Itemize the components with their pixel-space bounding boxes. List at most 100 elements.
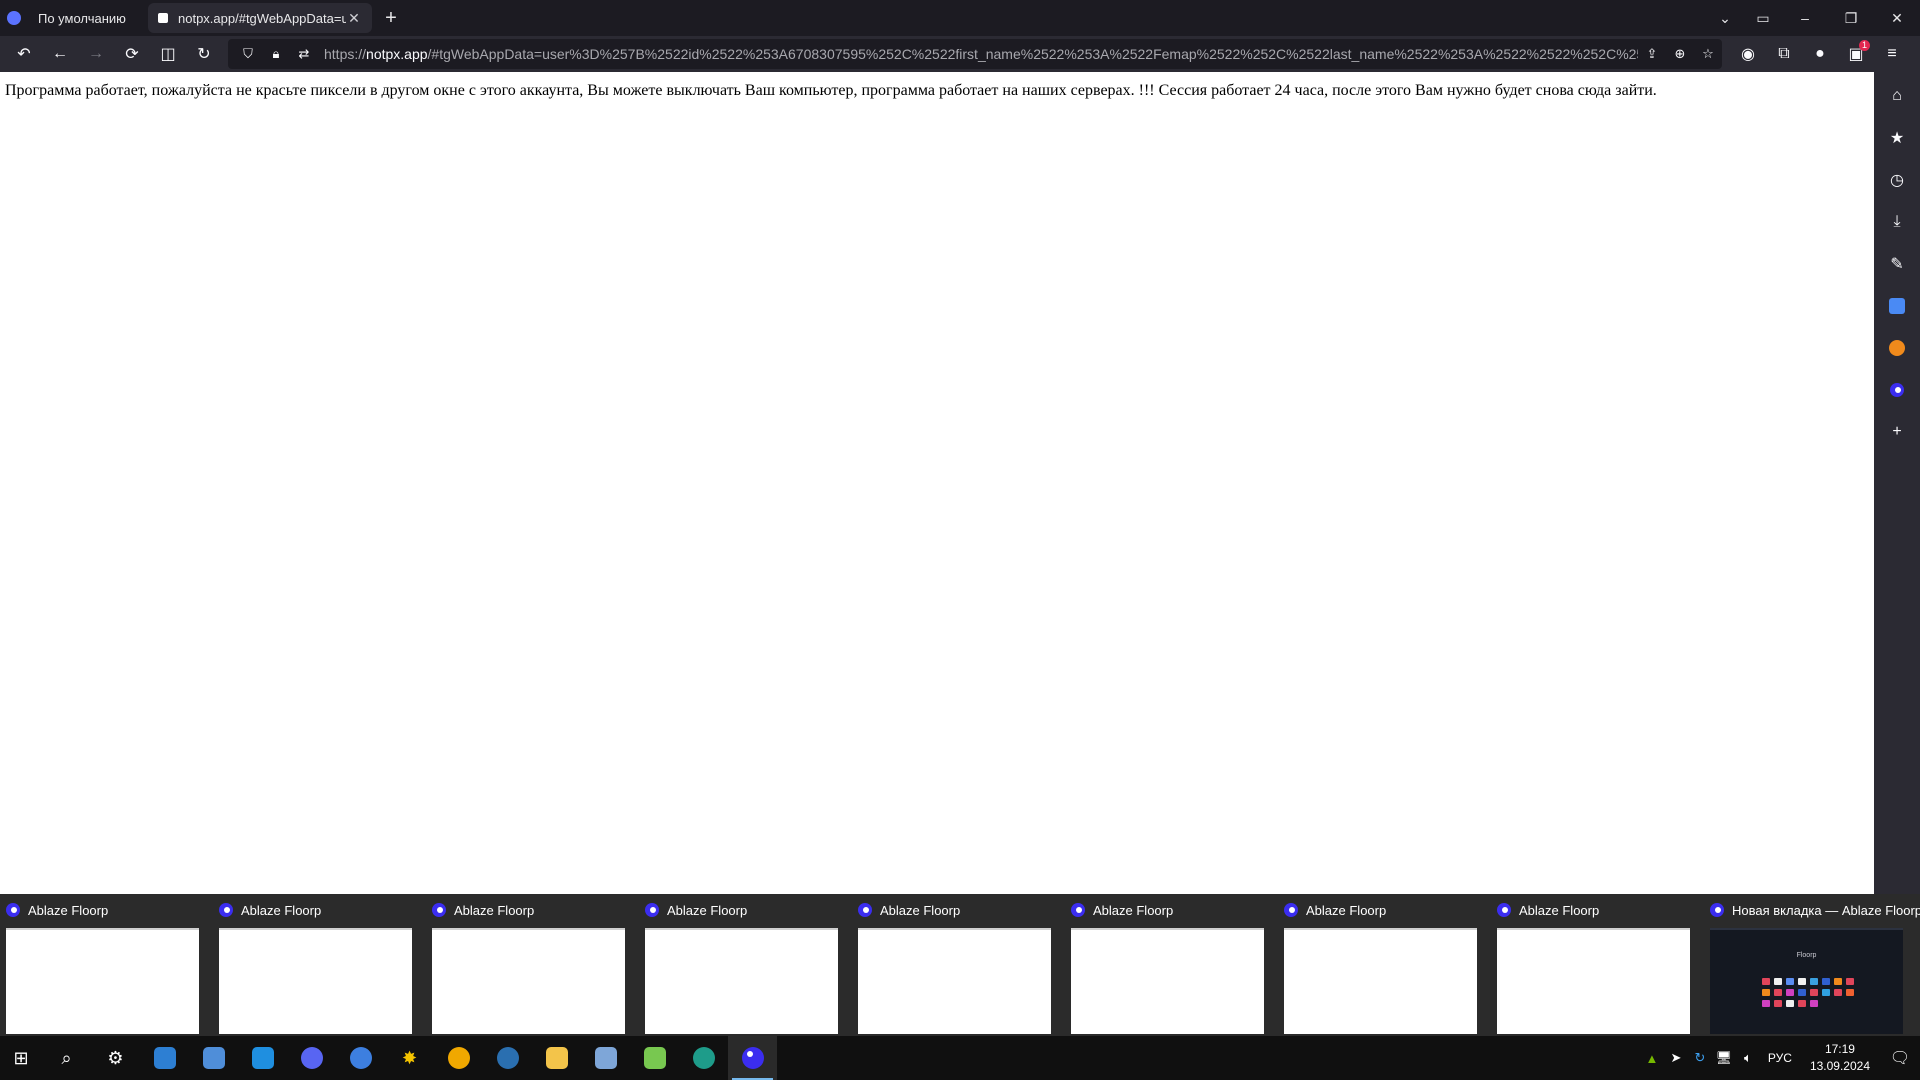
clock[interactable]: 17:19 13.09.2024 <box>1810 1041 1870 1075</box>
window-preview[interactable]: Ablaze Floorp <box>856 894 1069 1036</box>
close-window-button[interactable]: ✕ <box>1874 0 1920 36</box>
nvidia-icon[interactable]: ▲ <box>1640 1051 1664 1066</box>
preview-thumbnail <box>219 928 412 1034</box>
taskbar-notepad[interactable] <box>630 1036 679 1080</box>
url-bar[interactable]: ⛉ 🔒︎ ⇄ https://notpx.app/#tgWebAppData=u… <box>228 39 1722 69</box>
extension-badge-count: 1 <box>1859 40 1870 51</box>
sidebar-toggle-icon[interactable]: ◫ <box>150 38 186 70</box>
favicon-icon <box>158 13 168 23</box>
taskbar-store[interactable] <box>238 1036 287 1080</box>
nav-toolbar: ↶ ← → ⟳ ◫ ↻ ⛉ 🔒︎ ⇄ https://notpx.app/#tg… <box>0 36 1920 72</box>
taskbar-floorp[interactable] <box>728 1036 777 1080</box>
language-indicator[interactable]: РУС <box>1768 1051 1792 1065</box>
lock-icon[interactable]: 🔒︎ <box>262 39 290 69</box>
workspace-button[interactable] <box>0 0 28 36</box>
tab-default[interactable]: По умолчанию <box>28 3 144 33</box>
shield-icon[interactable]: ⛉ <box>234 39 262 69</box>
window-preview[interactable]: Ablaze Floorp <box>1069 894 1282 1036</box>
floorp-icon <box>1710 903 1724 917</box>
sidebar-bookmarks-icon[interactable]: ★ <box>1879 120 1915 156</box>
taskbar-app-1[interactable] <box>140 1036 189 1080</box>
window-preview[interactable]: Ablaze Floorp <box>430 894 643 1036</box>
account-icon[interactable]: ◉ <box>1730 38 1766 70</box>
restore-button[interactable]: ❐ <box>1828 0 1874 36</box>
store-icon <box>251 1047 274 1069</box>
sidebar-panel-icon[interactable]: ⌂ <box>1879 78 1915 114</box>
share-icon[interactable]: ⇪ <box>1638 39 1666 69</box>
taskbar-app-aurora[interactable] <box>679 1036 728 1080</box>
window-preview[interactable]: Ablaze Floorp <box>1282 894 1495 1036</box>
settings-gear-icon[interactable]: ⚙ <box>91 1036 140 1080</box>
sidebar-addon-icon[interactable] <box>1879 330 1915 366</box>
preview-thumbnail <box>1284 928 1477 1034</box>
taskbar-app-triangle[interactable] <box>434 1036 483 1080</box>
permissions-icon[interactable]: ⇄ <box>290 39 318 69</box>
window-preview[interactable]: Ablaze Floorp <box>643 894 856 1036</box>
floorp-icon <box>1284 903 1298 917</box>
taskbar-steam[interactable] <box>483 1036 532 1080</box>
taskbar-discord[interactable] <box>287 1036 336 1080</box>
triangle-app-icon <box>447 1047 470 1069</box>
undo-close-tab-icon[interactable]: ↶ <box>6 38 42 70</box>
sync-icon[interactable]: ⟳ <box>114 38 150 70</box>
tab-strip: По умолчанию notpx.app/#tgWebAppData=use… <box>0 0 1920 36</box>
install-app-icon[interactable]: ⊕ <box>1666 39 1694 69</box>
sidebar-floorp-icon[interactable] <box>1879 372 1915 408</box>
tab-notpx[interactable]: notpx.app/#tgWebAppData=user ✕ <box>148 3 372 33</box>
taskbar-qbittorrent[interactable] <box>336 1036 385 1080</box>
minimize-button[interactable]: – <box>1782 0 1828 36</box>
taskbar-calculator[interactable] <box>581 1036 630 1080</box>
qbittorrent-icon <box>349 1047 372 1069</box>
start-button[interactable]: ⊞ <box>0 1036 42 1080</box>
folder-icon <box>545 1047 568 1069</box>
preview-thumbnail <box>6 928 199 1034</box>
menu-icon[interactable]: ≡ <box>1874 38 1910 70</box>
app-icon <box>202 1047 225 1069</box>
bookmark-star-icon[interactable]: ☆ <box>1694 39 1722 69</box>
window-preview[interactable]: Ablaze Floorp <box>4 894 217 1036</box>
taskbar-explorer[interactable] <box>532 1036 581 1080</box>
new-tab-button[interactable]: + <box>376 3 406 33</box>
window-preview-new-tab[interactable]: Новая вкладка — Ablaze Floorp Floorp <box>1708 894 1920 1036</box>
extensions-icon[interactable]: ⧉ <box>1766 38 1802 70</box>
extension-badge-button[interactable]: ▣ 1 <box>1838 38 1874 70</box>
tab-manager-icon[interactable]: ▭ <box>1744 0 1782 36</box>
window-preview[interactable]: Ablaze Floorp <box>217 894 430 1036</box>
volume-muted-icon[interactable]: 🔈︎ <box>1736 1050 1760 1066</box>
sidebar-downloads-icon[interactable]: ⤓ <box>1879 204 1915 240</box>
sidebar-notes-icon[interactable]: ✎ <box>1879 246 1915 282</box>
floorp-icon <box>6 903 20 917</box>
search-icon[interactable]: ⌕ <box>42 1036 91 1080</box>
sync-tray-icon[interactable]: ↻ <box>1688 1050 1712 1066</box>
sidebar-history-icon[interactable]: ◷ <box>1879 162 1915 198</box>
page-message: Программа работает, пожалуйста не красьт… <box>5 82 1657 99</box>
notepad-icon <box>643 1047 666 1069</box>
preview-thumbnail <box>1497 928 1690 1034</box>
back-button[interactable]: ← <box>42 38 78 70</box>
reload-button[interactable]: ↻ <box>186 38 222 70</box>
url-input[interactable]: https://notpx.app/#tgWebAppData=user%3D%… <box>318 46 1638 62</box>
sun-icon: ✸ <box>401 1047 418 1068</box>
preview-thumbnail <box>432 928 625 1034</box>
list-all-tabs-icon[interactable]: ⌄ <box>1706 0 1744 36</box>
clock-time: 17:19 <box>1824 1042 1855 1056</box>
floorp-icon <box>645 903 659 917</box>
taskbar-app-sun[interactable]: ✸ <box>385 1036 434 1080</box>
floorp-icon <box>1071 903 1085 917</box>
profile-avatar-icon[interactable]: ● <box>1802 38 1838 70</box>
floorp-icon <box>1497 903 1511 917</box>
tabstrip-controls: ⌄ ▭ – ❐ ✕ <box>1706 0 1920 36</box>
discord-icon <box>300 1047 323 1069</box>
sidebar-translate-icon[interactable] <box>1879 288 1915 324</box>
workspace-icon <box>7 11 21 25</box>
taskbar-app-2[interactable] <box>189 1036 238 1080</box>
close-tab-icon[interactable]: ✕ <box>346 10 362 27</box>
forward-button[interactable]: → <box>78 38 114 70</box>
preview-thumbnail <box>645 928 838 1034</box>
telegram-icon[interactable]: ➤ <box>1664 1050 1688 1066</box>
sidebar-add-icon[interactable]: + <box>1879 414 1915 450</box>
page-content: Программа работает, пожалуйста не красьт… <box>0 72 1874 894</box>
notification-center-icon[interactable]: 🗨︎ <box>1880 1048 1920 1068</box>
network-icon[interactable]: 🖥︎ <box>1712 1050 1736 1066</box>
window-preview[interactable]: Ablaze Floorp <box>1495 894 1708 1036</box>
